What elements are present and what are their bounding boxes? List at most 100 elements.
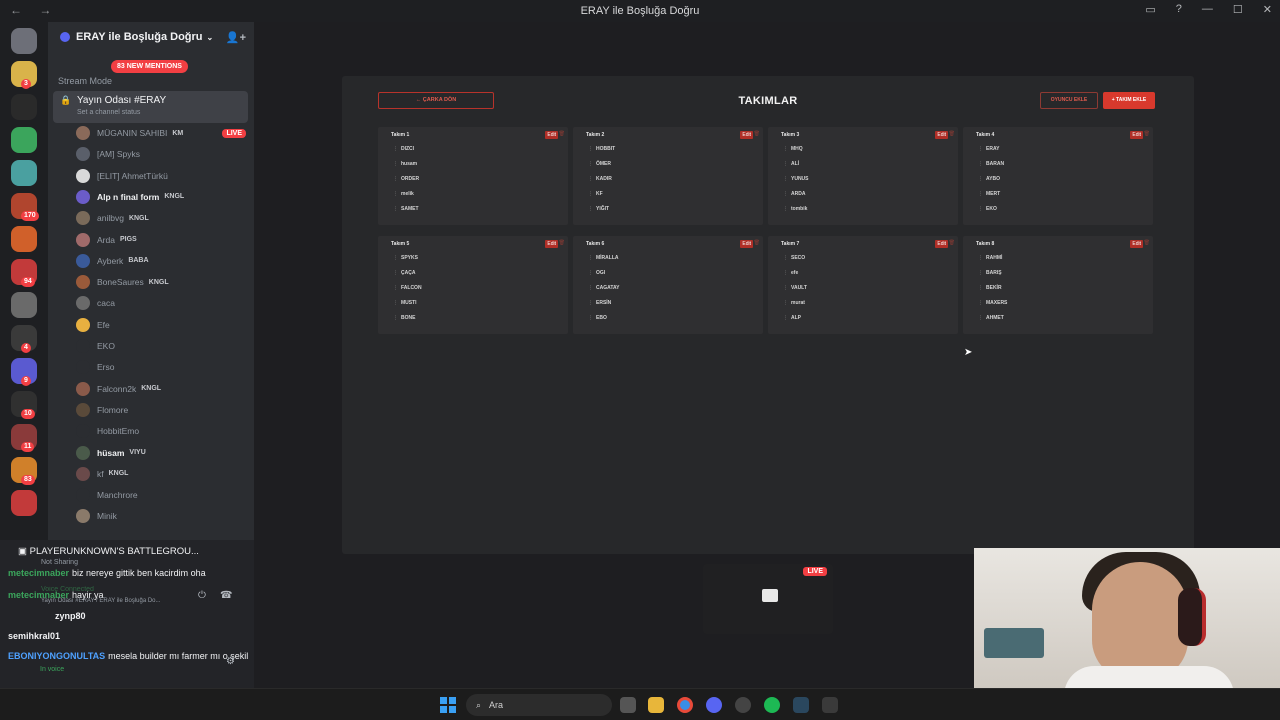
drag-handle-icon[interactable]: ⋮ — [588, 270, 593, 276]
player-item[interactable]: ⋮ CAGATAY — [588, 285, 620, 291]
trash-icon[interactable]: 🗑 — [754, 131, 760, 137]
player-item[interactable]: ⋮ VAULT — [783, 285, 807, 291]
player-item[interactable]: ⋮ tombik — [783, 206, 807, 212]
voice-channel-yayin-odasi[interactable]: 🔒 Yayın Odası #ERAY Set a channel status — [53, 91, 248, 123]
player-item[interactable]: ⋮ MİRALLA — [588, 255, 619, 261]
drag-handle-icon[interactable]: ⋮ — [393, 206, 398, 212]
player-item[interactable]: ⋮ YIĞIT — [588, 206, 609, 212]
player-item[interactable]: ⋮ MHQ — [783, 146, 803, 152]
player-item[interactable]: ⋮ ERSİN — [588, 300, 611, 306]
voice-member[interactable]: Manchrore — [76, 486, 246, 504]
drag-handle-icon[interactable]: ⋮ — [783, 206, 788, 212]
player-item[interactable]: ⋮ MUSTI — [393, 300, 417, 306]
player-item[interactable]: ⋮ ORDER — [393, 176, 419, 182]
drag-handle-icon[interactable]: ⋮ — [783, 255, 788, 261]
drag-handle-icon[interactable]: ⋮ — [393, 161, 398, 167]
edit-team-button[interactable]: Edit — [545, 131, 558, 139]
drag-handle-icon[interactable]: ⋮ — [978, 270, 983, 276]
player-item[interactable]: ⋮ YUNUS — [783, 176, 809, 182]
server-icon[interactable] — [11, 292, 37, 318]
player-item[interactable]: ⋮ KF — [588, 191, 603, 197]
drag-handle-icon[interactable]: ⋮ — [588, 285, 593, 291]
drag-handle-icon[interactable]: ⋮ — [588, 255, 593, 261]
team-name[interactable]: Takım 4 — [976, 132, 994, 138]
player-item[interactable]: ⋮ EBO — [588, 315, 607, 321]
voice-member[interactable]: Alp n final form KNGL — [76, 188, 246, 206]
voice-member[interactable]: MÜGANIN SAHIBI KM LIVE — [76, 124, 246, 142]
player-item[interactable]: ⋮ AYBO — [978, 176, 1000, 182]
drag-handle-icon[interactable]: ⋮ — [393, 315, 398, 321]
spotify-icon[interactable] — [764, 697, 780, 713]
player-item[interactable]: ⋮ AHMET — [978, 315, 1004, 321]
player-item[interactable]: ⋮ HOBBIT — [588, 146, 615, 152]
drag-handle-icon[interactable]: ⋮ — [588, 300, 593, 306]
drag-handle-icon[interactable]: ⋮ — [978, 191, 983, 197]
player-item[interactable]: ⋮ ÇAÇA — [393, 270, 415, 276]
drag-handle-icon[interactable]: ⋮ — [783, 285, 788, 291]
discord-icon[interactable] — [706, 697, 722, 713]
drag-handle-icon[interactable]: ⋮ — [978, 161, 983, 167]
player-item[interactable]: ⋮ ERAY — [978, 146, 999, 152]
trash-icon[interactable]: 🗑 — [559, 131, 565, 137]
team-name[interactable]: Takım 5 — [391, 241, 409, 247]
trash-icon[interactable]: 🗑 — [1144, 240, 1150, 246]
voice-member[interactable]: HobbitEmo — [76, 422, 246, 440]
voice-member[interactable]: [AM] Spyks — [76, 145, 246, 163]
voice-member[interactable]: kf KNGL — [76, 465, 246, 483]
voice-member[interactable]: [ELIT] AhmetTürkü — [76, 167, 246, 185]
new-mentions-badge[interactable]: 83 NEW MENTIONS — [111, 60, 188, 73]
voice-member[interactable]: Ayberk BABA — [76, 252, 246, 270]
drag-handle-icon[interactable]: ⋮ — [393, 255, 398, 261]
drag-handle-icon[interactable]: ⋮ — [978, 176, 983, 182]
player-item[interactable]: ⋮ BEKİR — [978, 285, 1002, 291]
help-icon[interactable]: ? — [1176, 3, 1182, 16]
drag-handle-icon[interactable]: ⋮ — [588, 315, 593, 321]
gear-icon[interactable]: ⚙ — [226, 656, 235, 667]
voice-member[interactable]: Efe — [76, 316, 246, 334]
drag-handle-icon[interactable]: ⋮ — [783, 191, 788, 197]
drag-handle-icon[interactable]: ⋮ — [783, 315, 788, 321]
drag-handle-icon[interactable]: ⋮ — [588, 191, 593, 197]
edit-team-button[interactable]: Edit — [1130, 131, 1143, 139]
server-icon[interactable] — [11, 28, 37, 54]
edit-team-button[interactable]: Edit — [545, 240, 558, 248]
drag-handle-icon[interactable]: ⋮ — [393, 285, 398, 291]
team-name[interactable]: Takım 3 — [781, 132, 799, 138]
player-item[interactable]: ⋮ ALP — [783, 315, 801, 321]
player-item[interactable]: ⋮ SPYKS — [393, 255, 418, 261]
drag-handle-icon[interactable]: ⋮ — [978, 315, 983, 321]
player-item[interactable]: ⋮ efe — [783, 270, 798, 276]
add-member-icon[interactable]: 👤+ — [226, 31, 246, 44]
trash-icon[interactable]: 🗑 — [1144, 131, 1150, 137]
drag-handle-icon[interactable]: ⋮ — [588, 176, 593, 182]
player-item[interactable]: ⋮ murat — [783, 300, 805, 306]
team-name[interactable]: Takım 7 — [781, 241, 799, 247]
drag-handle-icon[interactable]: ⋮ — [783, 300, 788, 306]
steam-icon[interactable] — [793, 697, 809, 713]
drag-handle-icon[interactable]: ⋮ — [978, 206, 983, 212]
player-item[interactable]: ⋮ ALİ — [783, 161, 799, 167]
server-icon[interactable] — [11, 490, 37, 516]
player-item[interactable]: ⋮ RAHMİ — [978, 255, 1002, 261]
drag-handle-icon[interactable]: ⋮ — [588, 146, 593, 152]
guild-header[interactable]: ERAY ile Boşluğa Doğru ⌄ 👤+ — [48, 22, 254, 52]
drag-handle-icon[interactable]: ⋮ — [978, 255, 983, 261]
file-explorer-icon[interactable] — [648, 697, 664, 713]
edit-team-button[interactable]: Edit — [740, 131, 753, 139]
voice-member[interactable]: Minik — [76, 507, 246, 525]
voice-member[interactable]: anilbvg KNGL — [76, 209, 246, 227]
player-item[interactable]: ⋮ BARIŞ — [978, 270, 1002, 276]
voice-member[interactable]: BoneSaures KNGL — [76, 273, 246, 291]
drag-handle-icon[interactable]: ⋮ — [588, 206, 593, 212]
player-item[interactable]: ⋮ EKO — [978, 206, 997, 212]
voice-member[interactable]: Arda PIGS — [76, 231, 246, 249]
player-item[interactable]: ⋮ MAXERS — [978, 300, 1007, 306]
drag-handle-icon[interactable]: ⋮ — [393, 191, 398, 197]
minimize-button[interactable]: — — [1202, 3, 1213, 16]
inbox-icon[interactable]: ▭ — [1145, 3, 1155, 16]
server-icon[interactable] — [11, 94, 37, 120]
drag-handle-icon[interactable]: ⋮ — [978, 285, 983, 291]
windows-start-icon[interactable] — [440, 697, 456, 713]
trash-icon[interactable]: 🗑 — [754, 240, 760, 246]
voice-member[interactable]: Erso — [76, 358, 246, 376]
